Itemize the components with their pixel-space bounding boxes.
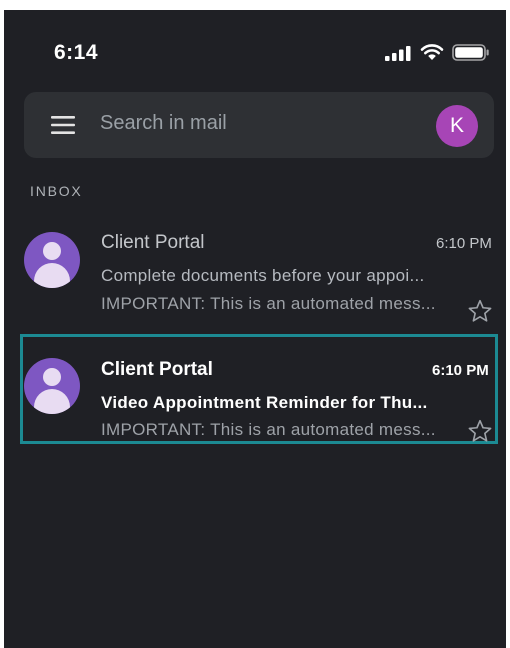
phone-screen: 6:14 Search in mail K INBOX Client Porta… <box>4 10 506 648</box>
status-time: 6:14 <box>54 41 99 64</box>
search-input[interactable]: Search in mail <box>100 112 227 135</box>
hamburger-menu-icon[interactable] <box>50 114 76 136</box>
cellular-signal-icon <box>385 46 411 61</box>
email-time: 6:10 PM <box>436 235 492 252</box>
email-subject: Complete documents before your appoi... <box>101 266 425 285</box>
sender-avatar-icon <box>24 358 80 414</box>
email-list-item-highlighted[interactable]: Client Portal 6:10 PM Video Appointment … <box>20 334 498 444</box>
star-icon[interactable] <box>467 418 493 444</box>
email-subject: Video Appointment Reminder for Thu... <box>101 393 428 412</box>
search-bar[interactable]: Search in mail K <box>24 92 494 158</box>
account-avatar[interactable]: K <box>436 105 478 147</box>
battery-icon <box>452 44 489 61</box>
email-time: 6:10 PM <box>432 362 489 379</box>
email-sender: Client Portal <box>101 232 205 253</box>
star-icon[interactable] <box>467 298 493 324</box>
sender-avatar-icon <box>24 232 80 288</box>
wifi-icon <box>420 44 444 60</box>
email-list-item[interactable]: Client Portal 6:10 PM Complete documents… <box>4 224 506 334</box>
email-sender: Client Portal <box>101 359 213 380</box>
email-preview: IMPORTANT: This is an automated mess... <box>101 420 436 439</box>
inbox-label: INBOX <box>30 183 83 199</box>
email-preview: IMPORTANT: This is an automated mess... <box>101 294 436 313</box>
status-bar: 6:14 <box>4 10 506 90</box>
